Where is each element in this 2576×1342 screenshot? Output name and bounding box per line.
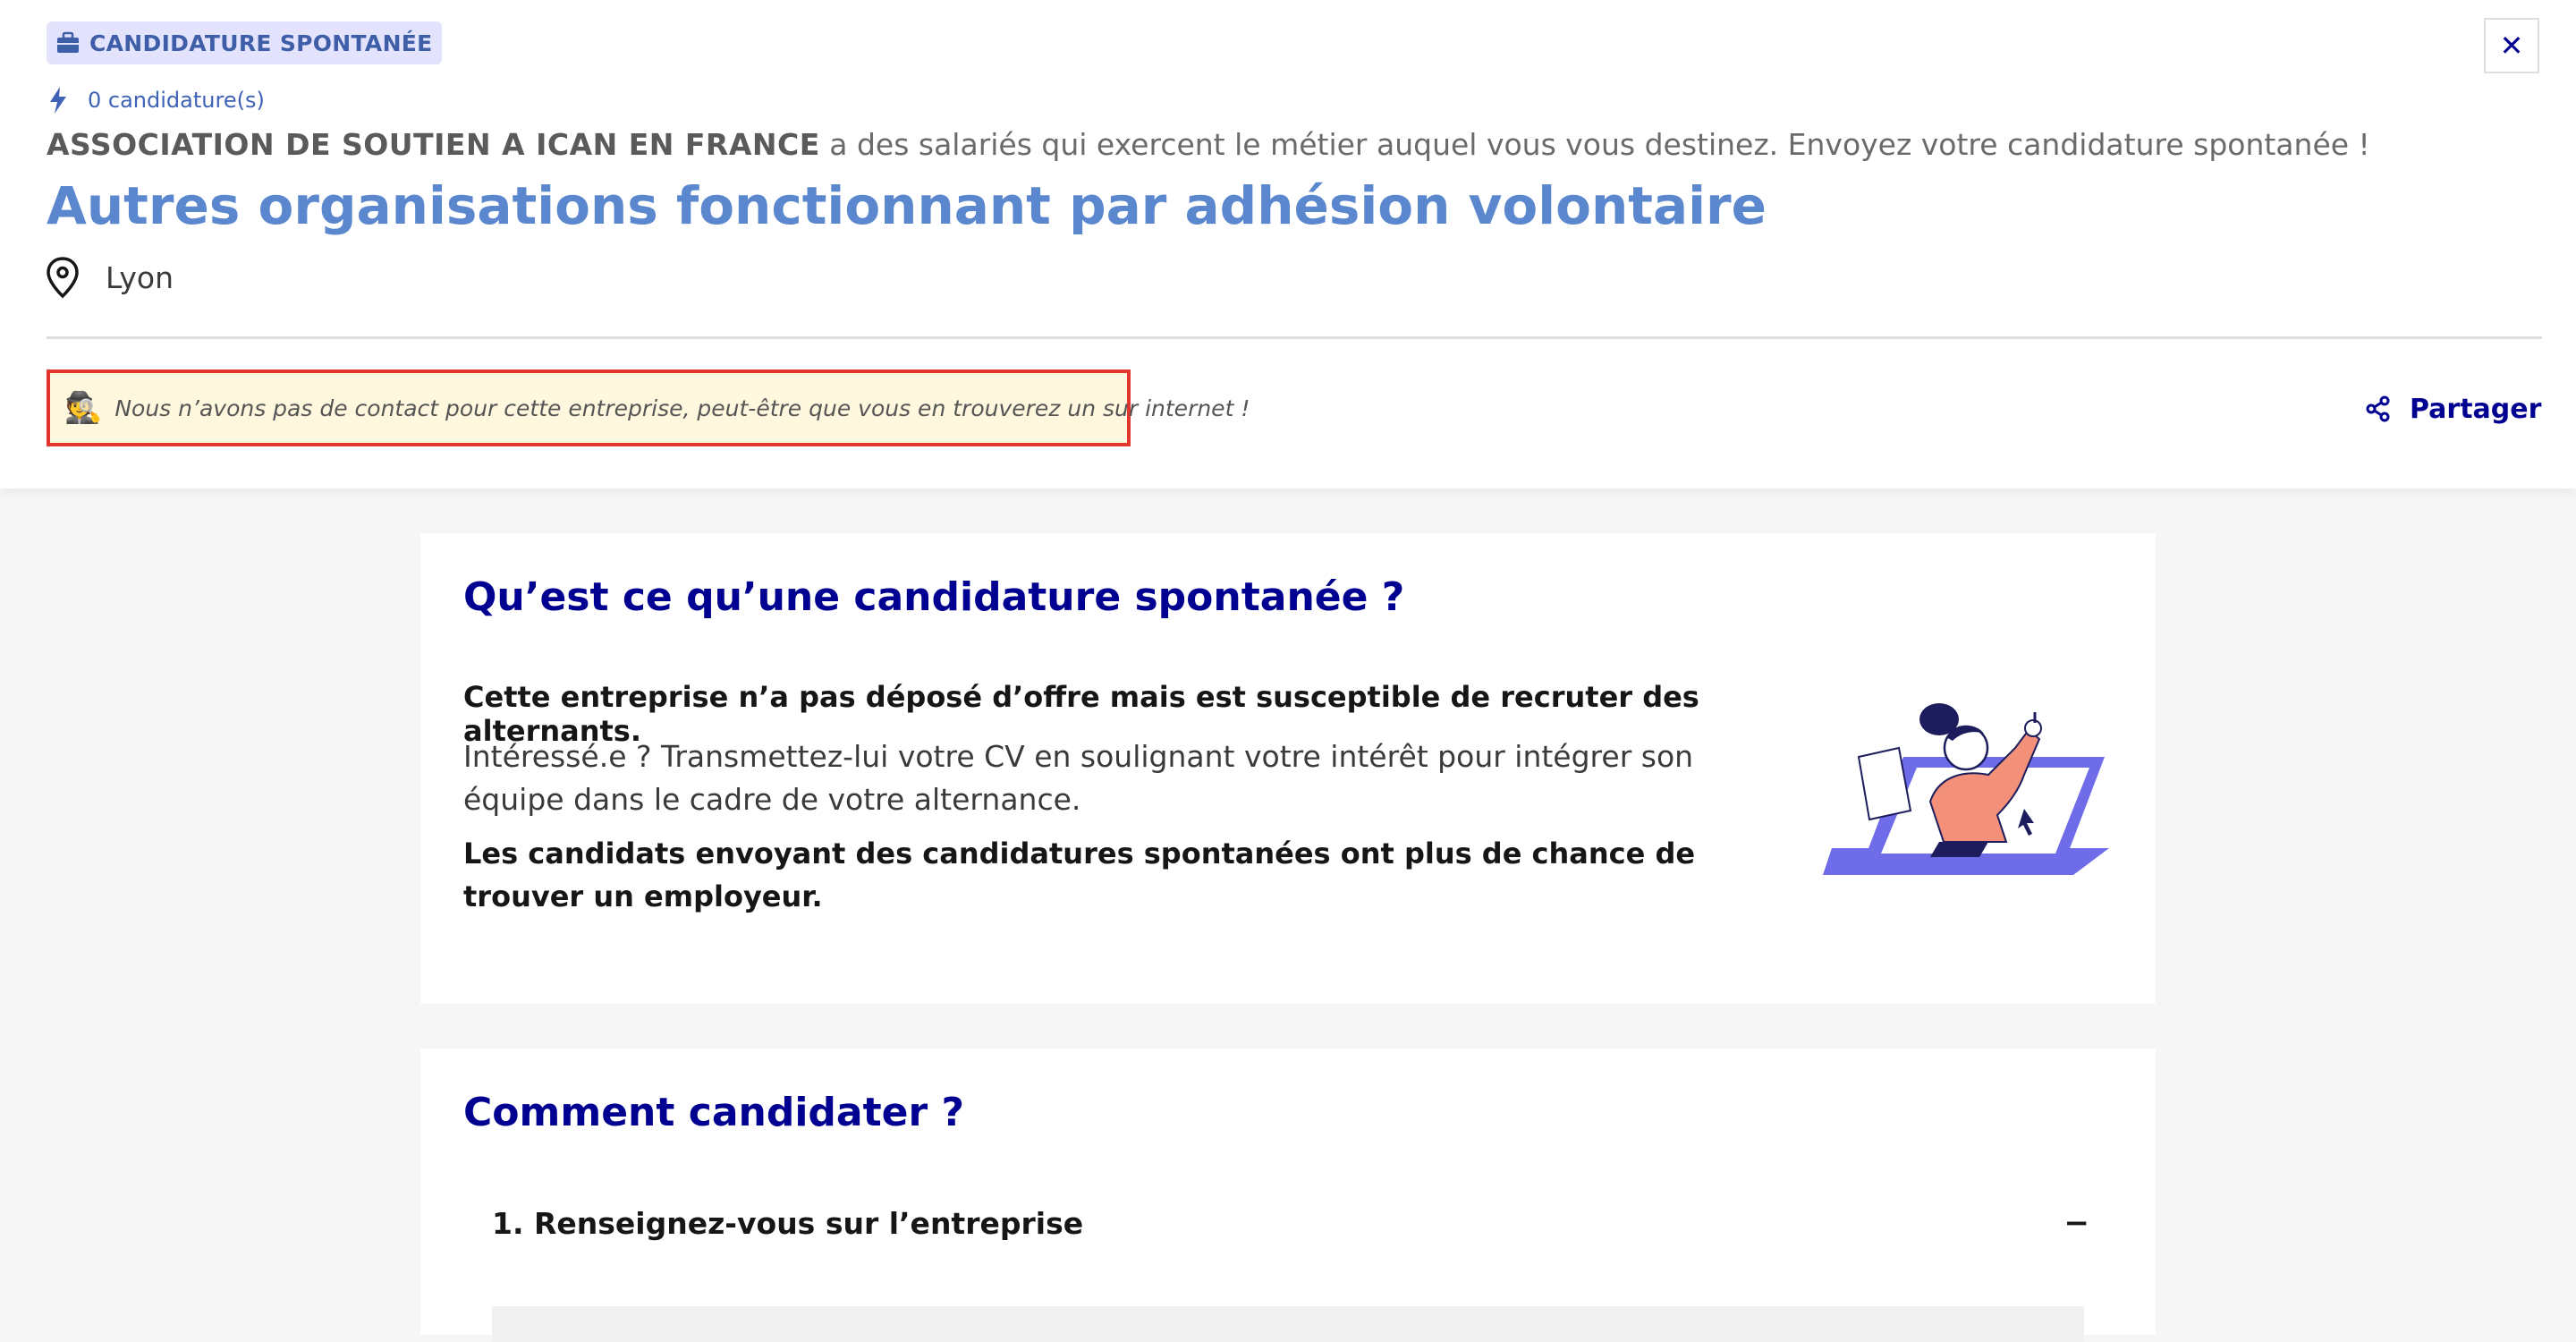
detective-icon: 🕵️ — [64, 390, 103, 426]
accordion-step-1-label: 1. Renseignez-vous sur l’entreprise — [492, 1205, 1084, 1241]
share-button[interactable]: Partager — [2365, 386, 2541, 431]
person-laptop-illustration — [1823, 703, 2109, 875]
tag-label: CANDIDATURE SPONTANÉE — [89, 30, 433, 56]
map-pin-icon — [47, 257, 79, 299]
how-to-apply-card: Comment candidater ? 1. Renseignez-vous … — [420, 1049, 2156, 1342]
location: Lyon — [45, 256, 174, 299]
company-sentence: a des salariés qui exercent le métier au… — [819, 127, 2370, 162]
notice-text: Nous n’avons pas de contact pour cette e… — [114, 395, 1250, 421]
collapse-icon[interactable]: − — [2064, 1205, 2103, 1241]
spontaneous-application-info-card: Qu’est ce qu’une candidature spontanée ?… — [420, 533, 2156, 1004]
accordion-step-1[interactable]: 1. Renseignez-vous sur l’entreprise − — [492, 1192, 2102, 1254]
how-card-title: Comment candidater ? — [463, 1090, 965, 1135]
info-card-title: Qu’est ce qu’une candidature spontanée ? — [463, 574, 1405, 620]
no-contact-notice: 🕵️ Nous n’avons pas de contact pour cett… — [47, 369, 1250, 446]
close-icon: ✕ — [2499, 29, 2524, 63]
applications-count-label: 0 candidature(s) — [88, 88, 265, 113]
share-label: Partager — [2410, 393, 2542, 425]
location-label: Lyon — [106, 259, 174, 295]
company-name: ASSOCIATION DE SOUTIEN A ICAN EN FRANCE — [47, 127, 820, 162]
share-icon — [2366, 395, 2390, 422]
applications-count: 0 candidature(s) — [48, 84, 265, 116]
briefcase-icon — [57, 31, 79, 53]
job-header: CANDIDATURE SPONTANÉE 0 candidature(s) A… — [0, 0, 2576, 488]
close-button[interactable]: ✕ — [2484, 18, 2539, 73]
lightning-icon — [50, 87, 66, 114]
header-divider — [47, 336, 2542, 339]
info-paragraph-2: Intéressé.e ? Transmettez-lui votre CV e… — [463, 739, 1694, 817]
company-description: ASSOCIATION DE SOUTIEN A ICAN EN FRANCE … — [47, 127, 2462, 162]
accordion-step-1-body — [492, 1306, 2084, 1342]
spontaneous-application-tag: CANDIDATURE SPONTANÉE — [47, 21, 442, 64]
job-title: Autres organisations fonctionnant par ad… — [47, 175, 1767, 236]
info-paragraph-3: Les candidats envoyant des candidatures … — [463, 837, 1696, 913]
